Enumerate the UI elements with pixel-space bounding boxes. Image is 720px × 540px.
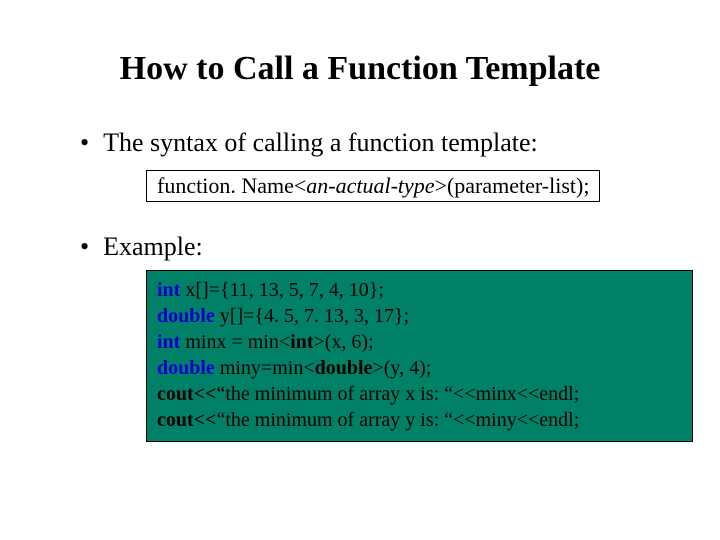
code-line-2: double y[]={4. 5, 7. 13, 3, 17};: [157, 303, 682, 329]
code-text: “the minimum of array y is: “<<miny<<end…: [216, 409, 579, 431]
keyword-cout: cout<<: [157, 409, 216, 431]
code-line-4: double miny=min<double>(y, 4);: [157, 355, 682, 381]
keyword-double: double: [157, 305, 215, 327]
keyword-int-bold: int: [290, 331, 313, 353]
code-box: int x[]={11, 13, 5, 7, 4, 10}; double y[…: [146, 270, 693, 442]
code-line-6: cout<<“the minimum of array y is: “<<min…: [157, 407, 682, 433]
syntax-box: function. Name<an-actual-type>(parameter…: [146, 170, 600, 202]
syntax-text-2: >(parameter-list);: [435, 173, 590, 198]
code-line-1: int x[]={11, 13, 5, 7, 4, 10};: [157, 277, 682, 303]
code-text: miny=min<: [215, 357, 315, 379]
slide: How to Call a Function Template The synt…: [0, 0, 720, 472]
code-line-3: int minx = min<int>(x, 6);: [157, 329, 682, 355]
code-text: minx = min<: [180, 331, 290, 353]
code-text: y[]={4. 5, 7. 13, 3, 17};: [215, 305, 409, 327]
keyword-cout: cout<<: [157, 383, 216, 405]
code-text: >(y, 4);: [372, 357, 431, 379]
keyword-int: int: [157, 279, 180, 301]
keyword-int: int: [157, 331, 180, 353]
bullet-syntax: The syntax of calling a function templat…: [80, 128, 670, 158]
code-text: “the minimum of array x is: “<<minx<<end…: [216, 383, 579, 405]
keyword-double: double: [157, 357, 215, 379]
code-line-5: cout<<“the minimum of array x is: “<<min…: [157, 381, 682, 407]
slide-title: How to Call a Function Template: [50, 50, 670, 88]
code-text: >(x, 6);: [313, 331, 373, 353]
syntax-text-1: function. Name<: [157, 173, 306, 198]
bullet-example: Example:: [80, 232, 670, 262]
syntax-type-placeholder: an-actual-type: [306, 173, 434, 198]
code-text: x[]={11, 13, 5, 7, 4, 10};: [180, 279, 384, 301]
keyword-double-bold: double: [315, 357, 373, 379]
